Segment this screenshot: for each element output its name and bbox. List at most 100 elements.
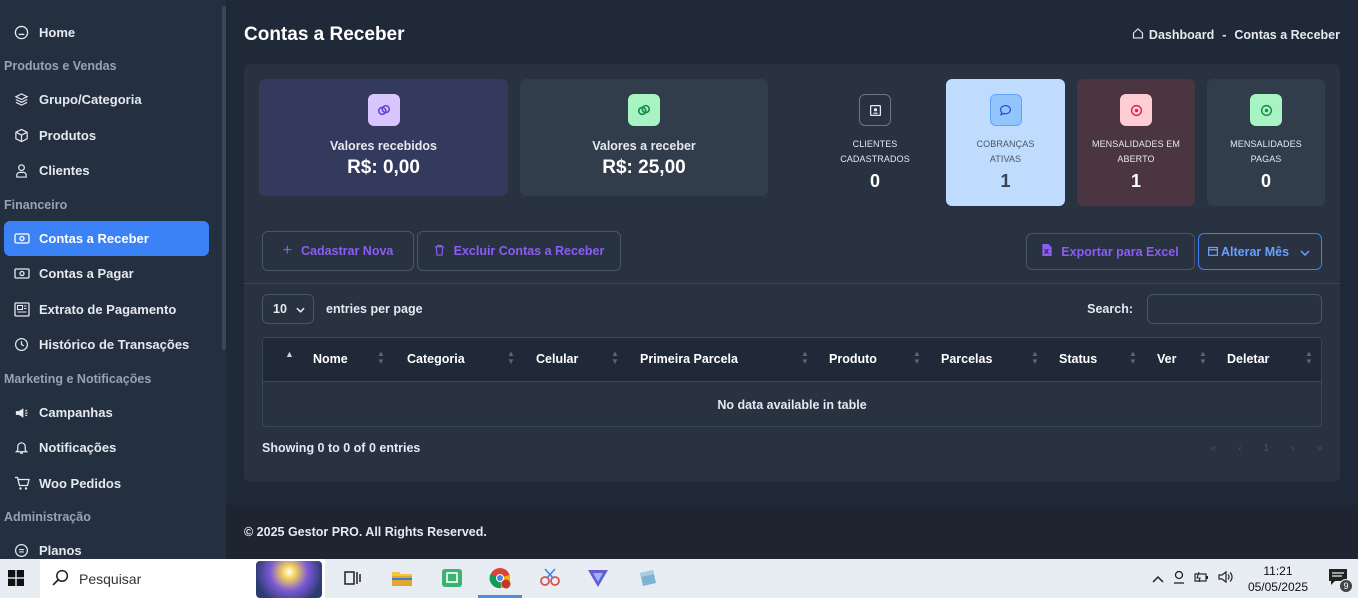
sort-icon[interactable]: ▲ ▼ <box>611 350 619 366</box>
pager-next[interactable]: › <box>1291 443 1294 454</box>
column-header[interactable]: Ver <box>1157 352 1176 366</box>
stat-valores-recebidos: Valores recebidos R$: 0,00 <box>259 79 508 196</box>
stat-label-line: ATIVAS <box>989 154 1022 164</box>
footer: © 2025 Gestor PRO. All Rights Reserved. <box>226 505 1358 559</box>
stat-value: 1 <box>1130 171 1141 191</box>
taskbar: Pesquisar 11:21 05/05/2025 9 <box>0 559 1358 598</box>
stat-label-line: MENSALIDADES EM <box>1091 139 1181 149</box>
sidebar-item-notificacoes[interactable]: Notificações <box>4 430 209 465</box>
sort-icon[interactable]: ▲ ▼ <box>1129 350 1137 366</box>
sidebar-item-campanhas[interactable]: Campanhas <box>4 395 209 430</box>
screen-capture-icon[interactable] <box>440 567 464 589</box>
trash-icon <box>434 244 445 259</box>
column-header[interactable]: Celular <box>536 352 578 366</box>
entries-label: entries per page <box>326 302 423 316</box>
sort-icon[interactable]: ▲ ▼ <box>1031 350 1039 366</box>
search-input[interactable] <box>1147 294 1322 324</box>
sidebar-item-extrato[interactable]: Extrato de Pagamento <box>4 292 209 327</box>
sidebar-section-marketing: Marketing e Notificações <box>4 372 152 386</box>
sort-asc-icon[interactable]: ▲ <box>285 350 294 359</box>
stat-label: Valores a receber <box>592 139 696 153</box>
windows-start-icon[interactable] <box>6 568 26 588</box>
column-header[interactable]: Status <box>1059 352 1097 366</box>
file-explorer-icon[interactable] <box>390 567 414 589</box>
sort-icon[interactable]: ▲ ▼ <box>1305 350 1313 366</box>
stat-label: CLIENTES CADASTRADOS <box>816 137 934 167</box>
volume-icon[interactable] <box>1218 570 1234 587</box>
stat-value: R$: 0,00 <box>347 157 420 178</box>
entries-select[interactable]: 10 <box>262 294 314 324</box>
sidebar-item-home[interactable]: Home <box>4 15 209 50</box>
excluir-contas-button[interactable]: Excluir Contas a Receber <box>417 231 621 271</box>
column-header[interactable]: Deletar <box>1227 352 1269 366</box>
column-header[interactable]: Nome <box>313 352 348 366</box>
sidebar-item-label: Campanhas <box>39 405 113 420</box>
notes-app-icon[interactable] <box>636 567 660 589</box>
sort-icon[interactable]: ▲ ▼ <box>1199 350 1207 366</box>
sort-icon[interactable]: ▲ ▼ <box>801 350 809 366</box>
stat-label: Valores recebidos <box>329 139 437 153</box>
exportar-excel-button[interactable]: Exportar para Excel <box>1026 233 1195 270</box>
button-label: Excluir Contas a Receber <box>453 244 605 258</box>
battery-icon[interactable] <box>1194 571 1210 586</box>
stat-clientes: CLIENTES CADASTRADOS 0 <box>816 79 934 206</box>
column-header[interactable]: Produto <box>829 352 877 366</box>
sidebar-item-label: Produtos <box>39 128 97 143</box>
sidebar-item-clientes[interactable]: Clientes <box>4 153 209 188</box>
alterar-mes-dropdown[interactable]: Alterar Mês <box>1198 233 1322 270</box>
pager-last[interactable]: » <box>1316 443 1322 454</box>
main-content: Contas a Receber Dashboard - Contas a Re… <box>226 0 1358 559</box>
table-header: ▲ Nome ▲ ▼ Categoria ▲ ▼ Celular ▲ ▼ Primei… <box>263 338 1321 381</box>
data-table: ▲ Nome ▲ ▼ Categoria ▲ ▼ Celular ▲ ▼ Primei… <box>262 337 1322 427</box>
sidebar-item-contas-receber[interactable]: Contas a Receber <box>4 221 209 256</box>
stat-valores-receber: Valores a receber R$: 25,00 <box>520 79 768 196</box>
bell-icon <box>13 439 30 456</box>
stat-label-line: ABERTO <box>1117 154 1155 164</box>
cash-icon <box>13 265 30 282</box>
meet-now-icon[interactable] <box>1172 570 1186 587</box>
sidebar-item-label: Extrato de Pagamento <box>39 302 177 317</box>
stat-label-line: CLIENTES <box>852 139 898 149</box>
sidebar-item-woo[interactable]: Woo Pedidos <box>4 466 209 501</box>
stat-label: MENSALIDADES EM ABERTO <box>1077 137 1195 167</box>
sidebar-item-produtos[interactable]: Produtos <box>4 118 209 153</box>
pager-first[interactable]: « <box>1211 443 1217 454</box>
search-icon <box>52 569 69 589</box>
button-label: Exportar para Excel <box>1061 244 1179 259</box>
column-header[interactable]: Primeira Parcela <box>640 352 738 366</box>
sidebar-item-planos[interactable]: Planos <box>4 533 209 559</box>
chevron-up-icon[interactable] <box>1152 572 1164 586</box>
sidebar-section-admin: Administração <box>4 510 91 524</box>
cadastrar-nova-button[interactable]: + Cadastrar Nova <box>262 231 414 271</box>
taskbar-clock[interactable]: 11:21 05/05/2025 <box>1248 563 1308 595</box>
chat-icon <box>989 94 1022 126</box>
sidebar-item-historico[interactable]: Histórico de Transações <box>4 327 209 362</box>
sidebar-item-grupo[interactable]: Grupo/Categoria <box>4 82 209 117</box>
vpn-app-icon[interactable] <box>586 567 610 589</box>
notification-center-icon[interactable]: 9 <box>1328 568 1353 593</box>
stat-mensalidades-aberto: MENSALIDADES EM ABERTO 1 <box>1077 79 1195 206</box>
system-tray: 11:21 05/05/2025 9 <box>1152 559 1358 598</box>
sort-icon[interactable]: ▲ ▼ <box>507 350 515 366</box>
button-label: Alterar Mês <box>1221 244 1290 259</box>
pager-page[interactable]: 1 <box>1264 443 1270 454</box>
pagination: « ‹ 1 › » <box>1211 443 1322 454</box>
stat-label: COBRANÇAS ATIVAS <box>946 137 1065 167</box>
user-icon <box>13 162 30 179</box>
sort-icon[interactable]: ▲ ▼ <box>377 350 385 366</box>
sort-icon[interactable]: ▲ ▼ <box>913 350 921 366</box>
chevron-down-icon <box>1300 245 1310 259</box>
search-highlight-image[interactable] <box>256 561 322 598</box>
home-icon <box>1132 27 1144 42</box>
sidebar-item-contas-pagar[interactable]: Contas a Pagar <box>4 256 209 291</box>
chrome-icon[interactable] <box>488 567 512 589</box>
pager-prev[interactable]: ‹ <box>1238 443 1241 454</box>
history-icon <box>13 336 30 353</box>
column-header[interactable]: Categoria <box>407 352 465 366</box>
breadcrumb-home-link[interactable]: Dashboard <box>1149 28 1214 42</box>
snipping-tool-icon[interactable] <box>538 567 562 589</box>
footer-copyright: © 2025 Gestor PRO. All Rights Reserved. <box>244 525 487 539</box>
task-view-icon[interactable] <box>340 567 364 589</box>
column-header[interactable]: Parcelas <box>941 352 992 366</box>
file-excel-icon <box>1042 244 1052 259</box>
